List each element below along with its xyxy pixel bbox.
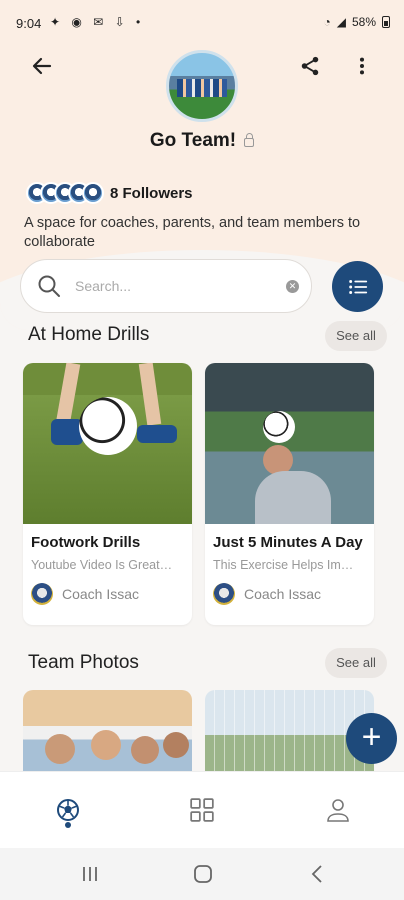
search-icon	[38, 275, 60, 297]
drill-thumbnail	[205, 363, 374, 524]
list-icon	[348, 279, 367, 294]
grid-icon	[190, 798, 214, 822]
recents-icon[interactable]	[80, 865, 100, 883]
nav-grid[interactable]	[182, 790, 222, 830]
author-name: Coach Issac	[244, 586, 322, 602]
group-description: A space for coaches, parents, and team m…	[24, 215, 361, 250]
drill-subtitle: This Exercise Helps Im…	[213, 558, 354, 572]
drill-thumbnail	[23, 363, 192, 524]
drill-subtitle: Youtube Video Is Great…	[31, 558, 173, 572]
list-view-button[interactable]	[332, 261, 383, 312]
add-button[interactable]: +	[346, 713, 397, 764]
author-avatar	[213, 583, 235, 605]
more-vert-icon	[359, 57, 365, 75]
bottom-navigation	[0, 771, 404, 848]
home-icon[interactable]	[193, 864, 213, 884]
team-photo[interactable]	[23, 690, 192, 780]
notification-icons: ✦ ◉ ✉ ⇩ •	[50, 15, 145, 29]
system-navigation	[0, 848, 404, 900]
nav-profile[interactable]	[318, 790, 358, 830]
follower-avatar	[82, 182, 104, 204]
wifi-icon: ◔	[323, 15, 331, 29]
active-indicator	[65, 822, 71, 828]
drill-title: Just 5 Minutes A Day	[213, 534, 363, 551]
followers-count: 8 Followers	[110, 184, 193, 202]
battery-percent: 58%	[351, 15, 376, 29]
drill-author: Coach Issac	[213, 583, 321, 605]
author-avatar	[31, 583, 53, 605]
see-all-drills-button[interactable]: See all	[325, 321, 387, 351]
signal-icon: ◢	[336, 15, 346, 29]
share-icon	[301, 56, 319, 76]
share-button[interactable]	[294, 50, 326, 82]
profile-icon	[327, 799, 349, 822]
search-input[interactable]	[75, 278, 255, 294]
lock-icon	[244, 133, 255, 147]
add-icon: +	[361, 718, 382, 756]
clear-icon[interactable]: ✕	[286, 280, 299, 293]
section-title-photos: Team Photos	[28, 652, 139, 673]
author-name: Coach Issac	[62, 586, 140, 602]
battery-icon	[382, 16, 390, 28]
section-title-drills: At Home Drills	[28, 324, 150, 345]
followers-row[interactable]: 8 Followers	[26, 182, 193, 204]
status-time: 9:04	[16, 16, 42, 31]
search-bar[interactable]: ✕	[20, 259, 312, 313]
home-ball-icon	[57, 799, 79, 821]
group-avatar[interactable]	[166, 50, 238, 122]
back-button[interactable]	[26, 50, 58, 82]
status-bar: 9:04 ✦ ◉ ✉ ⇩ • ◔ ◢ 58%	[0, 0, 404, 44]
drill-card[interactable]: Just 5 Minutes A Day This Exercise Helps…	[205, 363, 374, 625]
drill-author: Coach Issac	[31, 583, 139, 605]
system-back-icon[interactable]	[310, 864, 324, 884]
status-right: ◔ ◢ 58%	[323, 15, 390, 29]
see-all-photos-button[interactable]: See all	[325, 648, 387, 678]
group-title-row: Go Team!	[0, 130, 404, 152]
drill-title: Footwork Drills	[31, 534, 141, 551]
drill-card[interactable]: Footwork Drills Youtube Video Is Great… …	[23, 363, 192, 625]
group-name: Go Team!	[149, 130, 237, 151]
back-arrow-icon	[32, 57, 52, 75]
more-options-button[interactable]	[346, 50, 378, 82]
